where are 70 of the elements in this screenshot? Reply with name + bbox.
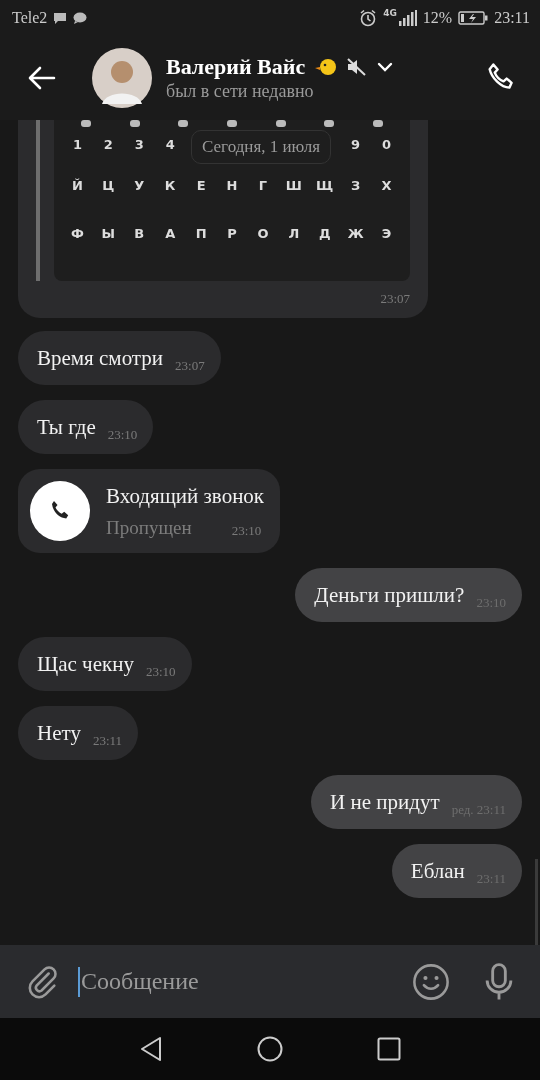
avatar[interactable]: [92, 48, 152, 108]
message-bubble[interactable]: Щас чекну 23:10: [18, 637, 192, 691]
keyboard-key: 9: [351, 137, 361, 153]
chat-bubble-icon: [73, 12, 88, 24]
message-time: 23:10: [145, 664, 176, 681]
chick-icon: [315, 57, 338, 77]
message-text: Время смотри: [37, 345, 164, 371]
paperclip-icon[interactable]: [26, 964, 60, 999]
keyboard-key: А: [165, 226, 176, 242]
keyboard-key: Р: [227, 226, 237, 242]
keyboard-key: 2: [103, 137, 113, 153]
battery-charging-icon: [458, 11, 489, 25]
keyboard-key: Г: [258, 178, 268, 194]
message-text: Деньги пришли?: [314, 582, 465, 608]
keyboard-key: Й: [72, 178, 83, 194]
keyboard-key: У: [134, 178, 145, 194]
clock-time: 23:11: [494, 9, 530, 27]
keyboard-key: В: [134, 226, 145, 242]
keyboard-key: Э: [381, 226, 392, 242]
message-time: 23:10: [231, 522, 262, 539]
keyboard-key: О: [257, 226, 269, 242]
keyboard-key: Ж: [347, 226, 364, 242]
contact-name[interactable]: Валерий Вайс: [166, 54, 306, 80]
emoji-icon[interactable]: [412, 962, 450, 1001]
carrier-name: Tele2: [12, 9, 48, 27]
message-text: Щас чекну: [37, 651, 134, 677]
alarm-icon: [359, 9, 378, 27]
back-arrow-icon[interactable]: [28, 66, 56, 90]
back-nav-icon[interactable]: [139, 1036, 163, 1062]
keyboard-key: Щ: [316, 178, 334, 194]
message-time: 23:10: [107, 427, 138, 444]
call-status: Пропущен: [106, 516, 192, 539]
keyboard-key: Ш: [285, 178, 302, 194]
keyboard-key: 4: [165, 137, 175, 153]
chevron-down-icon[interactable]: [377, 62, 394, 72]
keyboard-key: Н: [226, 178, 238, 194]
keyboard-key: З: [351, 178, 361, 194]
message-icon: [53, 12, 68, 24]
message-time: 23:11: [92, 733, 123, 750]
keyboard-key: Ф: [71, 226, 84, 242]
home-nav-icon[interactable]: [257, 1036, 283, 1062]
recents-nav-icon[interactable]: [377, 1037, 401, 1061]
date-label: Сегодня, 1 июля: [191, 130, 332, 164]
keyboard-key: Е: [196, 178, 206, 194]
phone-icon: [30, 481, 90, 541]
last-seen-status: был в сети недавно: [166, 81, 315, 102]
message-text: И не придут: [330, 789, 440, 815]
message-bubble[interactable]: Ты где 23:10: [18, 400, 154, 454]
message-time: 23:07: [175, 358, 205, 375]
call-title: Входящий звонок: [106, 483, 265, 509]
message-text: Нету: [37, 720, 81, 746]
call-message-bubble[interactable]: Входящий звонок Пропущен 23:10: [18, 469, 281, 553]
message-time: 23:07: [380, 291, 410, 308]
keyboard-key: К: [164, 178, 176, 194]
message-bubble[interactable]: Нету 23:11: [18, 706, 139, 760]
keyboard-key: Х: [381, 178, 392, 194]
keyboard-key: Ы: [101, 226, 116, 242]
keyboard-key: Ц: [102, 178, 115, 194]
network-type: 4G: [383, 8, 397, 18]
keyboard-key: 0: [382, 137, 392, 153]
signal-icon: [398, 10, 417, 26]
message-text: Ты где: [37, 414, 96, 440]
keyboard-key: Л: [288, 226, 300, 242]
message-text: Еблан: [410, 858, 465, 884]
message-bubble[interactable]: Время смотри 23:07: [18, 331, 221, 385]
keyboard-key: Д: [318, 226, 331, 242]
keyboard-key: 1: [72, 137, 82, 153]
keyboard-key: П: [195, 226, 207, 242]
battery-percent: 12%: [422, 9, 453, 27]
keyboard-key: 3: [134, 137, 144, 153]
